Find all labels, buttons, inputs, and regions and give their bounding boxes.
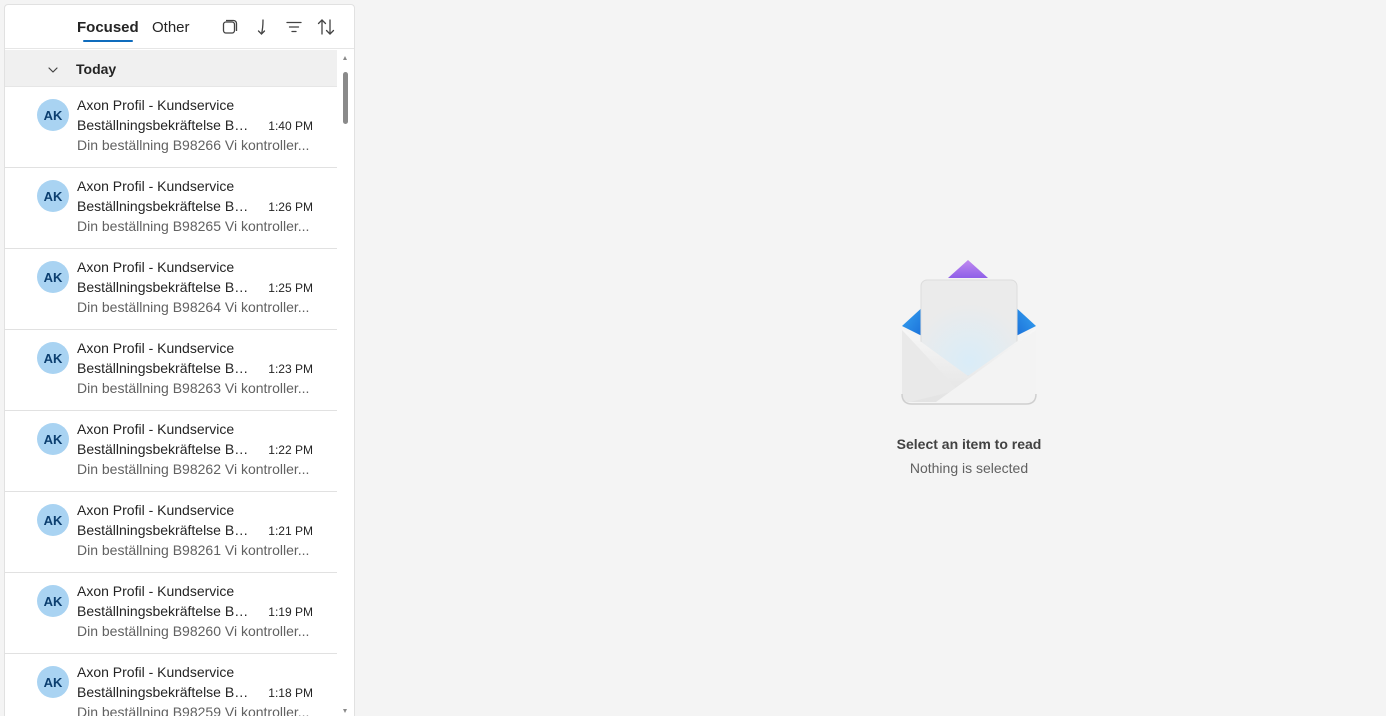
jump-down-icon[interactable] (251, 16, 273, 38)
message-list-toolbar: Focused Other (5, 5, 354, 49)
message-sender: Axon Profil - Kundservice (77, 421, 235, 437)
message-time: 1:25 PM (268, 281, 313, 295)
avatar: AK (37, 666, 69, 698)
message-sender: Axon Profil - Kundservice (77, 664, 235, 680)
message-time: 1:40 PM (268, 119, 313, 133)
message-subject: Beställningsbekräftelse B9... (77, 198, 253, 214)
message-preview: Din beställning B98261 Vi kontroller... (77, 542, 310, 558)
message-sender: Axon Profil - Kundservice (77, 259, 235, 275)
message-sender: Axon Profil - Kundservice (77, 583, 235, 599)
avatar: AK (37, 504, 69, 536)
avatar: AK (37, 99, 69, 131)
message-subject: Beställningsbekräftelse B9... (77, 603, 253, 619)
avatar: AK (37, 585, 69, 617)
message-list-item[interactable]: AK Axon Profil - Kundservice Beställning… (5, 573, 337, 654)
group-label: Today (76, 61, 117, 77)
message-subject: Beställningsbekräftelse B9... (77, 117, 253, 133)
tab-other[interactable]: Other (152, 19, 190, 36)
message-preview: Din beställning B98265 Vi kontroller... (77, 218, 310, 234)
message-sender: Axon Profil - Kundservice (77, 97, 235, 113)
scrollbar-thumb[interactable] (343, 72, 348, 124)
group-header-today[interactable]: Today (5, 50, 337, 87)
message-time: 1:22 PM (268, 443, 313, 457)
chevron-down-icon[interactable] (47, 63, 59, 75)
message-subject: Beställningsbekräftelse B9... (77, 441, 253, 457)
message-list-item[interactable]: AK Axon Profil - Kundservice Beställning… (5, 168, 337, 249)
message-sender: Axon Profil - Kundservice (77, 178, 235, 194)
empty-state-subtitle: Nothing is selected (909, 460, 1029, 476)
message-list: AK Axon Profil - Kundservice Beställning… (5, 87, 337, 716)
select-mode-icon[interactable] (219, 16, 241, 38)
message-subject: Beställningsbekräftelse B9... (77, 684, 253, 700)
message-list-scrollbar[interactable] (338, 50, 354, 716)
message-preview: Din beställning B98262 Vi kontroller... (77, 461, 310, 477)
tab-focused[interactable]: Focused (77, 19, 139, 42)
message-preview: Din beställning B98263 Vi kontroller... (77, 380, 310, 396)
message-subject: Beställningsbekräftelse B9... (77, 522, 253, 538)
avatar: AK (37, 423, 69, 455)
message-list-item[interactable]: AK Axon Profil - Kundservice Beställning… (5, 87, 337, 168)
message-list-item[interactable]: AK Axon Profil - Kundservice Beställning… (5, 492, 337, 573)
message-preview: Din beställning B98264 Vi kontroller... (77, 299, 310, 315)
message-sender: Axon Profil - Kundservice (77, 502, 235, 518)
message-list-item[interactable]: AK Axon Profil - Kundservice Beställning… (5, 330, 337, 411)
empty-state-title: Select an item to read (896, 436, 1042, 452)
message-preview: Din beställning B98259 Vi kontroller... (77, 704, 310, 716)
message-preview: Din beställning B98260 Vi kontroller... (77, 623, 310, 639)
message-list-item[interactable]: AK Axon Profil - Kundservice Beställning… (5, 411, 337, 492)
avatar: AK (37, 261, 69, 293)
message-preview: Din beställning B98266 Vi kontroller... (77, 137, 310, 153)
message-list-pane: Focused Other Today AK Axon Profil - Kun… (4, 4, 355, 716)
avatar: AK (37, 180, 69, 212)
reading-pane: Select an item to read Nothing is select… (356, 0, 1386, 716)
message-subject: Beställningsbekräftelse B9... (77, 360, 253, 376)
open-envelope-icon (896, 258, 1042, 408)
sort-icon[interactable] (315, 16, 337, 38)
scroll-down-arrow-icon[interactable] (343, 709, 347, 713)
message-time: 1:19 PM (268, 605, 313, 619)
message-sender: Axon Profil - Kundservice (77, 340, 235, 356)
message-time: 1:18 PM (268, 686, 313, 700)
filter-icon[interactable] (283, 16, 305, 38)
message-subject: Beställningsbekräftelse B9... (77, 279, 253, 295)
message-time: 1:23 PM (268, 362, 313, 376)
avatar: AK (37, 342, 69, 374)
message-time: 1:21 PM (268, 524, 313, 538)
message-list-item[interactable]: AK Axon Profil - Kundservice Beställning… (5, 654, 337, 716)
message-list-item[interactable]: AK Axon Profil - Kundservice Beställning… (5, 249, 337, 330)
message-time: 1:26 PM (268, 200, 313, 214)
scroll-up-arrow-icon[interactable] (343, 56, 347, 60)
